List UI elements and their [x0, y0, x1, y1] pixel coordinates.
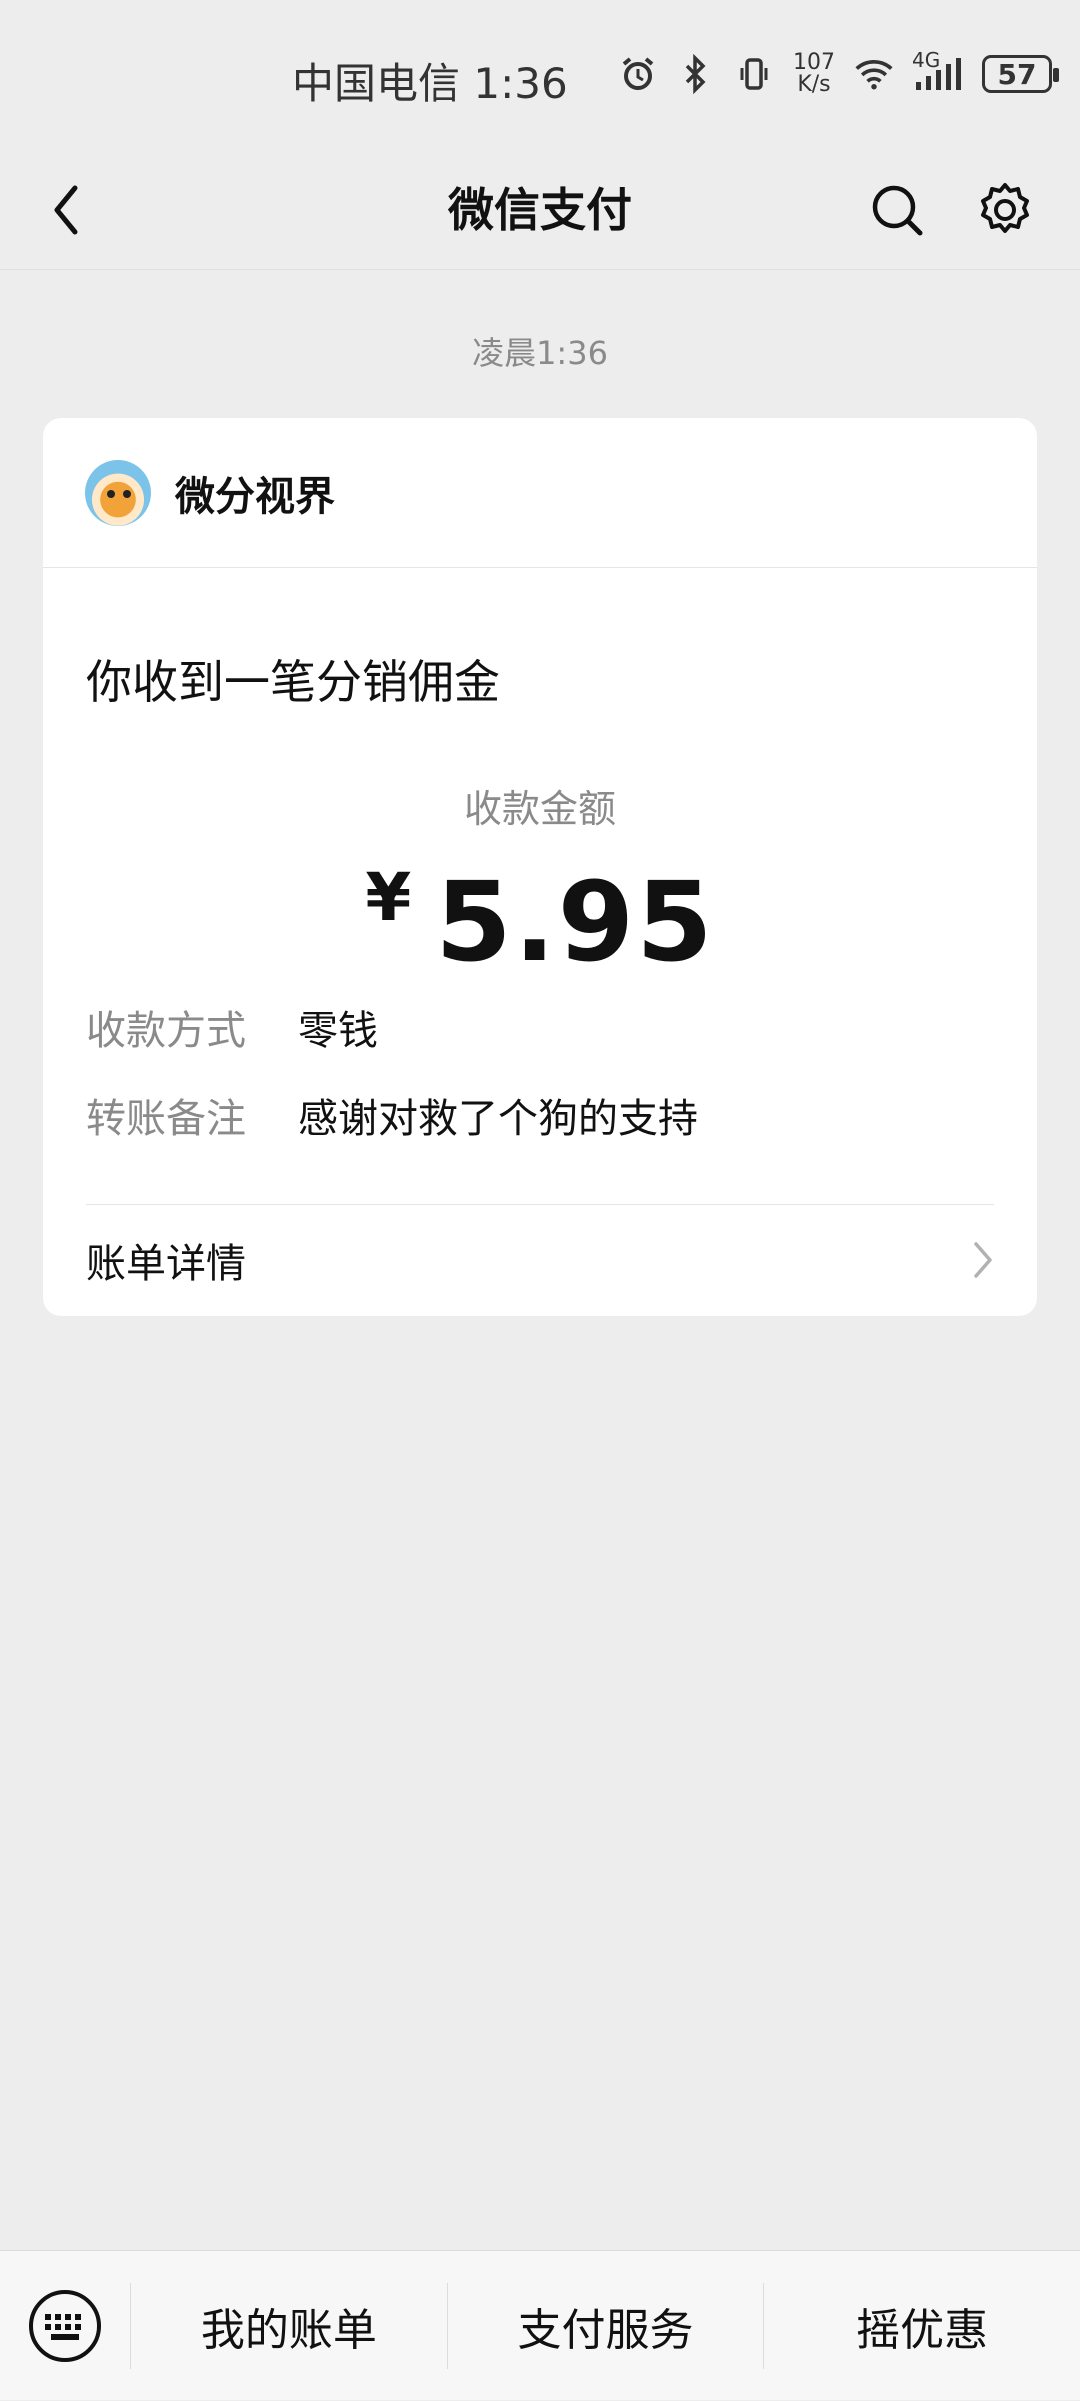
payment-method-value: 零钱	[298, 1008, 378, 1054]
bill-detail-link[interactable]: 账单详情	[86, 1204, 994, 1316]
vibrate-icon	[734, 54, 774, 94]
transfer-note-value: 感谢对救了个狗的支持	[298, 1096, 698, 1142]
gear-icon	[981, 183, 1029, 233]
status-icons: 107 K/s 4G 57	[618, 48, 1059, 97]
payment-method-label: 收款方式	[86, 1008, 246, 1054]
nav-bar: 微信支付	[0, 150, 1080, 270]
status-bar: 中国电信 1:36 107 K/s 4G 57	[0, 0, 1080, 150]
chevron-right-icon	[974, 1242, 992, 1278]
transfer-note-row: 转账备注 感谢对救了个狗的支持	[86, 1086, 698, 1144]
battery-indicator: 57	[982, 55, 1059, 93]
search-icon	[872, 185, 923, 236]
menu-shake-deals[interactable]: 摇优惠	[764, 2294, 1080, 2358]
notification-title: 你收到一笔分销佣金	[86, 655, 500, 709]
signal-icon: 4G	[912, 48, 964, 94]
payment-method-row: 收款方式 零钱	[86, 998, 378, 1056]
search-button[interactable]	[862, 172, 932, 248]
settings-button[interactable]	[970, 172, 1040, 248]
merchant-header[interactable]: 微分视界	[43, 418, 1037, 568]
bottom-menu-bar: 我的账单 支付服务 摇优惠	[0, 2250, 1080, 2400]
keyboard-toggle-button[interactable]	[0, 2251, 130, 2401]
payment-notification-card: 微分视界 你收到一笔分销佣金 收款金额 ¥5.95 收款方式 零钱 转账备注 感…	[43, 418, 1037, 1316]
merchant-name: 微分视界	[175, 473, 335, 520]
bill-detail-label: 账单详情	[86, 1241, 246, 1287]
message-time: 凌晨1:36	[472, 334, 608, 372]
wifi-icon	[854, 54, 894, 94]
menu-my-bills[interactable]: 我的账单	[131, 2294, 447, 2358]
amount-number: 5.95	[435, 858, 715, 986]
currency-symbol: ¥	[365, 859, 414, 936]
alarm-icon	[618, 54, 658, 94]
amount-value: ¥5.95	[43, 858, 1037, 986]
menu-payment-services[interactable]: 支付服务	[448, 2294, 764, 2358]
merchant-avatar	[85, 459, 151, 526]
transfer-note-label: 转账备注	[86, 1096, 246, 1142]
keyboard-icon	[29, 2289, 101, 2362]
carrier-time: 中国电信 1:36	[292, 59, 568, 108]
bluetooth-icon	[676, 54, 716, 94]
net-speed: 107 K/s	[793, 50, 835, 97]
amount-label: 收款金额	[463, 787, 616, 831]
